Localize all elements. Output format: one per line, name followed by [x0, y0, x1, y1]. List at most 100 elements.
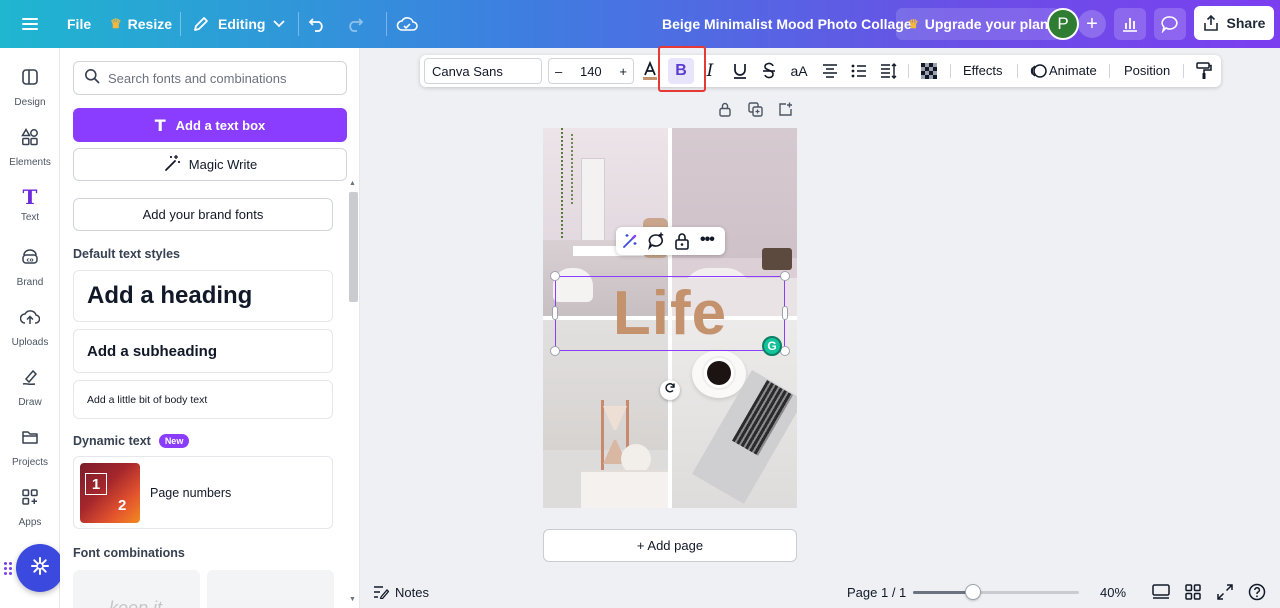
resize-handle-top-left[interactable] — [550, 271, 560, 281]
notes-button[interactable]: Notes — [395, 585, 429, 600]
scroll-up-icon[interactable]: ▲ — [349, 180, 356, 187]
toolbar-divider — [908, 64, 909, 78]
underline-button[interactable] — [728, 59, 752, 83]
page-indicator[interactable]: Page 1 / 1 — [847, 585, 906, 600]
paint-roller-icon[interactable] — [1192, 59, 1216, 83]
add-text-box-button[interactable]: T Add a text box — [73, 108, 347, 142]
subheading-style-card[interactable]: Add a subheading — [73, 329, 333, 373]
menu-button[interactable] — [12, 6, 48, 42]
search-icon — [84, 68, 100, 89]
rail-item-text[interactable]: T Text — [0, 180, 60, 236]
rail-item-brand[interactable]: co Brand — [0, 240, 60, 296]
fullscreen-icon[interactable] — [1215, 582, 1235, 602]
rail-item-design[interactable]: Design — [0, 60, 60, 116]
element-context-toolbar: ••• — [616, 227, 725, 255]
body-style-card[interactable]: Add a little bit of body text — [73, 380, 333, 419]
cloud-save-button[interactable] — [390, 6, 424, 42]
decrease-size-button[interactable]: – — [555, 64, 562, 79]
redo-icon — [346, 16, 364, 32]
resize-label: Resize — [127, 16, 173, 32]
redo-button[interactable] — [340, 6, 370, 42]
resize-handle-right[interactable] — [782, 306, 788, 320]
page-view-icon[interactable] — [1151, 582, 1171, 602]
strikethrough-button[interactable] — [757, 59, 781, 83]
more-options-icon[interactable]: ••• — [700, 231, 720, 251]
heading-style-card[interactable]: Add a heading — [73, 270, 333, 322]
add-brand-fonts-button[interactable]: Add your brand fonts — [73, 198, 333, 231]
cloud-upload-icon — [19, 308, 41, 331]
magic-assistant-button[interactable] — [16, 544, 64, 592]
duplicate-page-button[interactable] — [747, 102, 763, 120]
resize-handle-left[interactable] — [552, 306, 558, 320]
transparency-button[interactable] — [917, 59, 941, 83]
help-icon[interactable] — [1247, 582, 1267, 602]
magic-write-button[interactable]: Magic Write — [73, 148, 347, 181]
undo-button[interactable] — [302, 6, 332, 42]
zoom-slider-knob[interactable] — [964, 584, 981, 600]
plus-icon: + — [1086, 12, 1098, 35]
panel-scrollbar[interactable]: ▲ ▼ — [347, 180, 359, 608]
letter-case-button[interactable]: aA — [787, 59, 811, 83]
position-button[interactable]: Position — [1124, 63, 1170, 78]
default-styles-heading: Default text styles — [73, 247, 180, 261]
zoom-level[interactable]: 40% — [1100, 585, 1126, 600]
apps-grid-icon — [21, 488, 39, 511]
lock-page-button[interactable] — [717, 102, 733, 120]
resize-handle-bottom-left[interactable] — [550, 346, 560, 356]
font-combination-card[interactable] — [207, 570, 334, 608]
text-t-icon: T — [154, 115, 166, 135]
rotate-handle[interactable] — [660, 380, 680, 400]
zoom-slider[interactable] — [913, 584, 1079, 600]
magic-edit-icon[interactable] — [621, 232, 639, 250]
user-avatar[interactable]: P — [1047, 8, 1079, 40]
notes-icon[interactable] — [371, 582, 391, 602]
rotate-icon — [664, 381, 676, 399]
list-button[interactable] — [847, 59, 871, 83]
toolbar-divider — [298, 12, 299, 36]
comments-button[interactable] — [1154, 8, 1186, 40]
effects-button[interactable]: Effects — [963, 63, 1003, 78]
resize-button[interactable]: ♛ Resize — [100, 6, 182, 42]
font-size-stepper: – 140 + — [548, 58, 634, 84]
rail-item-draw[interactable]: Draw — [0, 360, 60, 416]
upgrade-button[interactable]: ♛ Upgrade your plan — [896, 8, 1061, 40]
animate-button[interactable]: Animate — [1049, 63, 1097, 78]
grid-view-icon[interactable] — [1183, 582, 1203, 602]
rail-item-apps[interactable]: Apps — [0, 480, 60, 536]
file-menu-button[interactable]: File — [57, 6, 101, 42]
add-page-above-button[interactable] — [777, 102, 793, 122]
rail-label: Elements — [9, 157, 51, 168]
font-search-input[interactable] — [108, 70, 328, 86]
scroll-thumb[interactable] — [349, 192, 358, 302]
font-combinations-heading: Font combinations — [73, 546, 185, 560]
svg-text:co: co — [26, 258, 33, 264]
insights-button[interactable] — [1114, 8, 1146, 40]
rail-label: Draw — [18, 397, 42, 408]
editing-mode-button[interactable]: Editing — [182, 6, 295, 42]
lock-element-icon[interactable] — [674, 232, 692, 250]
undo-icon — [308, 16, 326, 32]
toolbar-divider — [950, 64, 951, 78]
invite-button[interactable]: + — [1078, 10, 1106, 38]
resize-handle-top-right[interactable] — [780, 271, 790, 281]
share-button[interactable]: Share — [1194, 6, 1274, 40]
increase-size-button[interactable]: + — [619, 64, 627, 79]
page-numbers-card[interactable]: 1 2 Page numbers — [73, 456, 333, 529]
rail-item-elements[interactable]: Elements — [0, 120, 60, 176]
cloud-check-icon — [396, 16, 418, 32]
font-size-value[interactable]: 140 — [580, 64, 602, 79]
add-page-icon — [778, 102, 793, 122]
font-family-selector[interactable]: Canva Sans — [424, 58, 542, 84]
document-title[interactable]: Beige Minimalist Mood Photo Collage — [662, 16, 912, 32]
add-comment-icon[interactable] — [647, 232, 665, 251]
rail-item-projects[interactable]: Projects — [0, 420, 60, 476]
scroll-down-icon[interactable]: ▼ — [349, 596, 356, 603]
editing-label: Editing — [218, 16, 266, 32]
grammarly-badge[interactable]: G — [762, 336, 782, 356]
add-page-button[interactable]: + Add page — [543, 529, 797, 562]
spacing-button[interactable] — [877, 59, 901, 83]
drag-grip[interactable] — [4, 562, 12, 575]
rail-item-uploads[interactable]: Uploads — [0, 300, 60, 356]
font-combination-card[interactable]: keep it — [73, 570, 200, 608]
align-center-button[interactable] — [818, 59, 842, 83]
